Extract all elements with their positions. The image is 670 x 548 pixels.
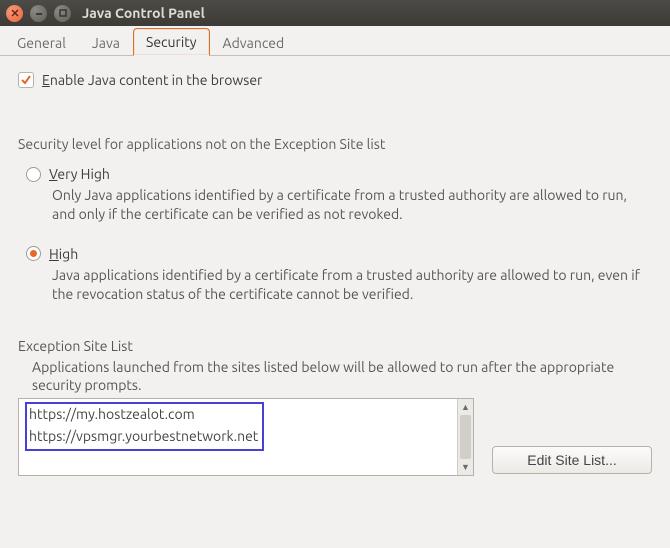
maximize-icon[interactable]	[54, 5, 71, 22]
high-mnemonic: H	[49, 246, 59, 262]
minimize-icon[interactable]	[30, 5, 47, 22]
exception-site-listbox[interactable]: https://my.hostzealot.com https://vpsmgr…	[18, 398, 474, 476]
tab-general[interactable]: General	[4, 29, 79, 56]
list-item[interactable]: https://vpsmgr.yourbestnetwork.net	[29, 426, 258, 448]
enable-java-mnemonic: E	[42, 72, 50, 88]
list-item[interactable]: https://my.hostzealot.com	[29, 404, 258, 426]
scroll-thumb[interactable]	[460, 415, 471, 459]
window-title: Java Control Panel	[82, 5, 205, 21]
scroll-up-icon[interactable]: ▲	[458, 399, 473, 415]
scrollbar[interactable]: ▲ ▼	[457, 399, 473, 475]
security-level-heading: Security level for applications not on t…	[18, 136, 652, 152]
tab-security[interactable]: Security	[133, 28, 210, 56]
radio-high-label: High	[49, 246, 78, 262]
radio-very-high-desc: Only Java applications identified by a c…	[52, 186, 647, 224]
window-titlebar: Java Control Panel	[0, 0, 670, 26]
exception-site-heading: Exception Site List	[18, 338, 652, 354]
tab-java[interactable]: Java	[79, 29, 133, 56]
very-high-text: ery High	[57, 166, 110, 182]
exception-site-highlight: https://my.hostzealot.com https://vpsmgr…	[25, 402, 264, 451]
tab-bar: General Java Security Advanced	[0, 26, 670, 56]
radio-very-high-label: Very High	[49, 166, 110, 182]
enable-java-label-text: nable Java content in the browser	[50, 72, 263, 88]
exception-site-desc: Applications launched from the sites lis…	[32, 358, 652, 394]
radio-high[interactable]	[26, 246, 41, 261]
edit-site-list-button[interactable]: Edit Site List...	[492, 446, 652, 474]
high-text: igh	[59, 246, 78, 262]
tab-advanced[interactable]: Advanced	[210, 29, 298, 56]
scroll-down-icon[interactable]: ▼	[458, 459, 473, 475]
tab-content-security: Enable Java content in the browser Secur…	[0, 56, 670, 486]
radio-very-high[interactable]	[26, 167, 41, 182]
close-icon[interactable]	[6, 5, 23, 22]
enable-java-label: Enable Java content in the browser	[42, 72, 262, 88]
enable-java-checkbox[interactable]	[18, 72, 34, 88]
radio-high-desc: Java applications identified by a certif…	[52, 266, 647, 304]
